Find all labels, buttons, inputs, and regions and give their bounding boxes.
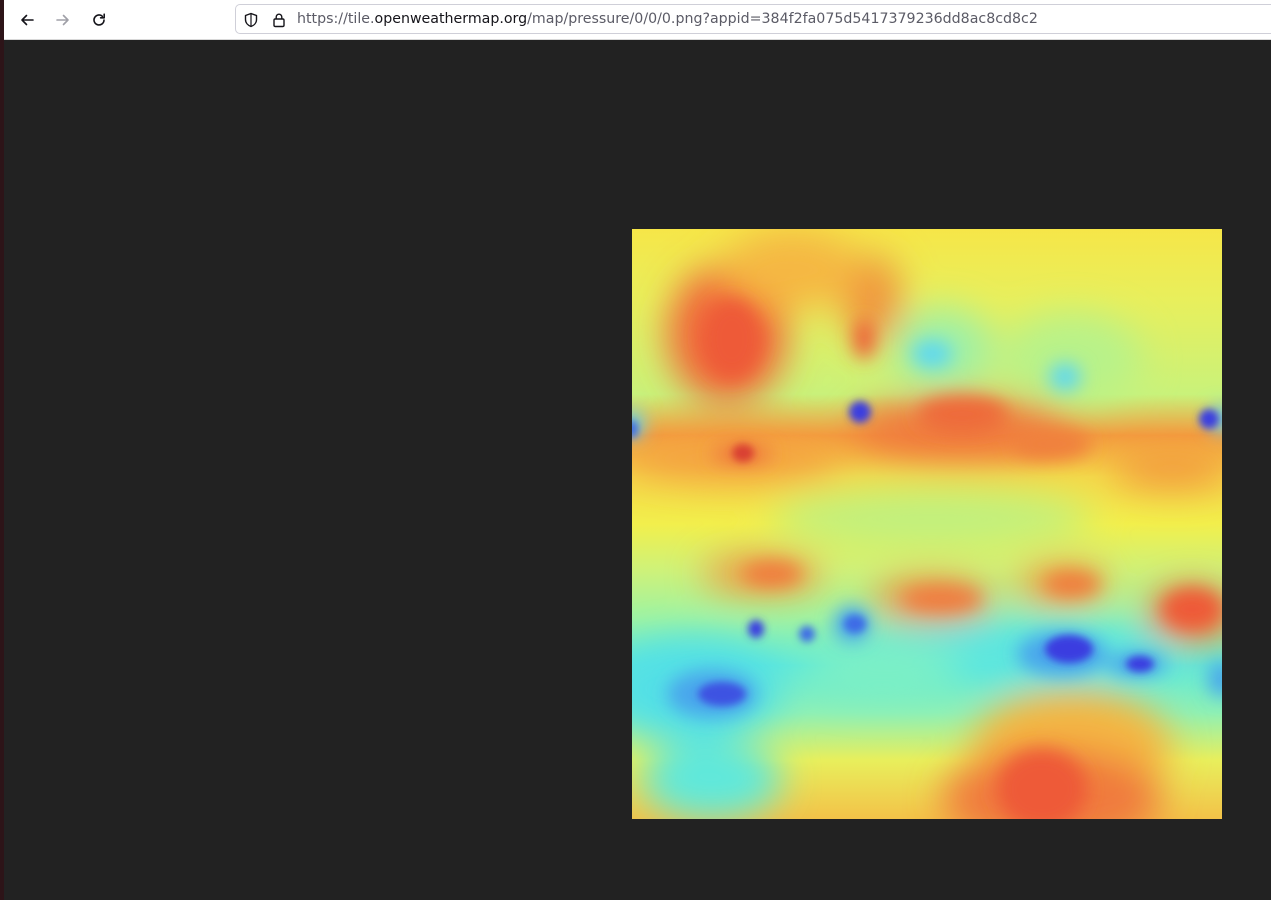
arrow-left-icon [19,12,35,28]
url-text[interactable]: https://tile.openweathermap.org/map/pres… [297,5,1038,33]
url-prefix: https://tile. [297,11,375,27]
reload-icon [91,12,107,28]
url-domain: openweathermap.org [374,11,528,27]
address-bar[interactable]: https://tile.openweathermap.org/map/pres… [235,4,1271,34]
shield-icon[interactable] [242,11,260,29]
pressure-map-tile [632,229,1222,819]
page-content [4,40,1271,900]
arrow-right-icon [55,12,71,28]
url-path: /map/pressure/0/0/0.png?appid=384f2fa075… [527,11,1038,27]
lock-icon[interactable] [270,11,288,29]
browser-toolbar: https://tile.openweathermap.org/map/pres… [4,0,1271,40]
back-button[interactable] [13,6,41,34]
forward-button[interactable] [49,6,77,34]
reload-button[interactable] [85,6,113,34]
